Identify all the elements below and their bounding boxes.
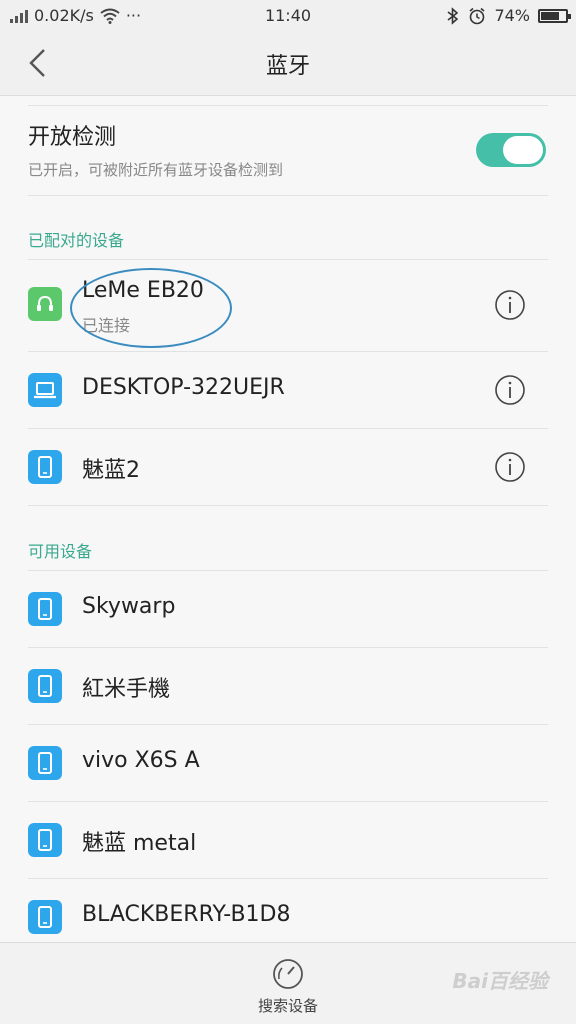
available-device-blackberry[interactable]: BLACKBERRY-B1D8 (0, 879, 576, 942)
search-devices-icon[interactable] (271, 957, 305, 991)
laptop-icon (28, 373, 62, 407)
visibility-subtitle: 已开启，可被附近所有蓝牙设备检测到 (28, 161, 284, 179)
battery-percent: 74% (494, 6, 530, 25)
phone-icon (28, 592, 62, 626)
watermark-logo: Bai百经验 (452, 969, 548, 993)
settings-content[interactable]: 开放检测 已开启，可被附近所有蓝牙设备检测到 已配对的设备 LeMe EB20 … (0, 97, 576, 942)
device-name: 魅蓝 metal (82, 831, 197, 856)
visibility-title: 开放检测 (28, 125, 117, 150)
device-name: 魅蓝2 (82, 458, 140, 483)
paired-section-header: 已配对的设备 (28, 231, 125, 250)
available-section-header: 可用设备 (28, 542, 93, 561)
battery-fill (541, 11, 559, 20)
status-bar: 0.02K/s ··· 11:40 74% (0, 0, 576, 32)
device-name: BLACKBERRY-B1D8 (82, 902, 291, 927)
status-right: 74% (446, 6, 571, 25)
top-divider (28, 105, 548, 106)
device-name: 紅米手機 (82, 677, 171, 702)
toggle-knob (503, 136, 543, 164)
bluetooth-icon (447, 6, 459, 25)
phone-icon (28, 669, 62, 703)
search-devices-button[interactable]: 搜索设备 (0, 995, 576, 1016)
row-divider (28, 505, 548, 506)
visibility-toggle[interactable] (476, 133, 546, 167)
phone-icon (28, 746, 62, 780)
phone-icon (28, 450, 62, 484)
available-device-skywarp[interactable]: Skywarp (0, 571, 576, 647)
available-device-vivo[interactable]: vivo X6S A (0, 725, 576, 801)
available-device-hongmi[interactable]: 紅米手機 (0, 648, 576, 724)
available-device-meilan-metal[interactable]: 魅蓝 metal (0, 802, 576, 878)
page-title: 蓝牙 (265, 54, 310, 79)
paired-device-meilan2[interactable]: 魅蓝2 (0, 429, 576, 505)
device-name: Skywarp (82, 594, 176, 619)
info-icon[interactable] (494, 289, 526, 321)
app-header: 蓝牙 (0, 32, 576, 96)
headset-icon (28, 287, 62, 321)
paired-device-desktop[interactable]: DESKTOP-322UEJR (0, 352, 576, 428)
phone-icon (28, 900, 62, 934)
device-name: vivo X6S A (82, 748, 200, 773)
info-icon[interactable] (494, 374, 526, 406)
annotation-ellipse (70, 268, 232, 348)
info-icon[interactable] (494, 451, 526, 483)
divider (28, 195, 548, 196)
visibility-row[interactable]: 开放检测 已开启，可被附近所有蓝牙设备检测到 (28, 119, 548, 195)
device-name: DESKTOP-322UEJR (82, 375, 285, 400)
battery-icon (538, 8, 571, 23)
phone-icon (28, 823, 62, 857)
alarm-icon (469, 7, 485, 24)
